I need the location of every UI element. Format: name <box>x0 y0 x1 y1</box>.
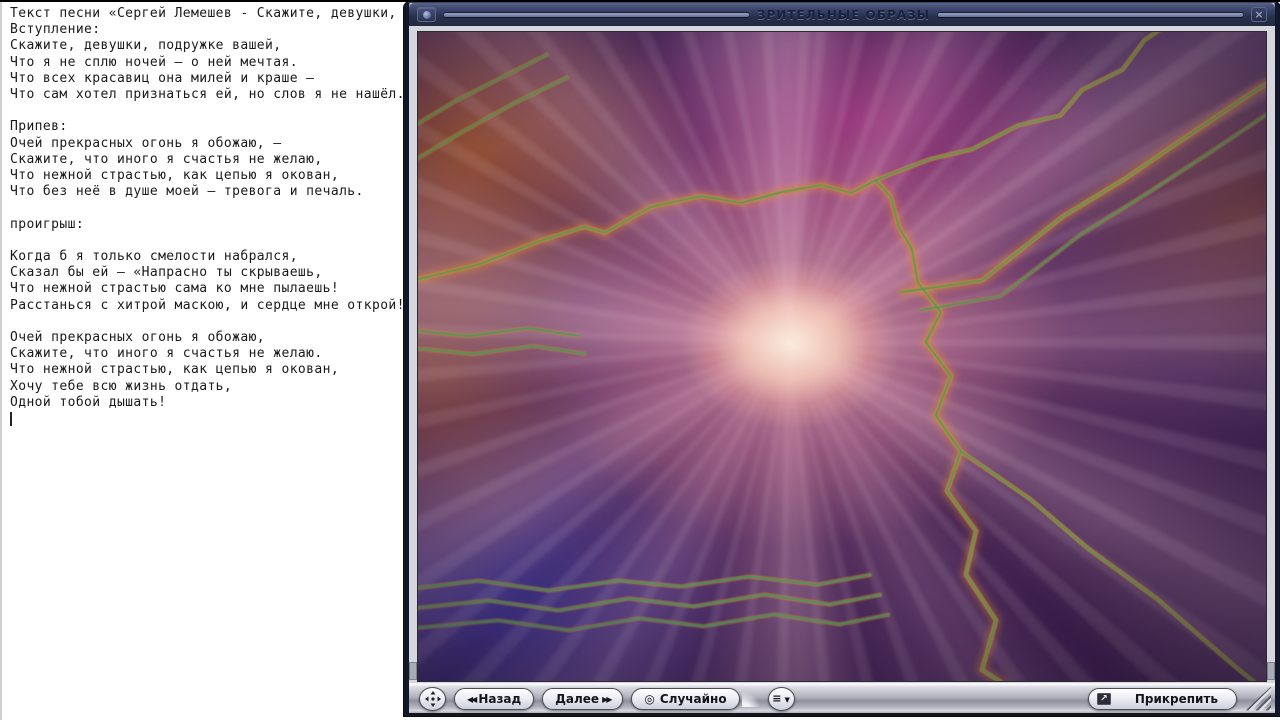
random-button[interactable]: ◎ Случайно <box>631 687 740 710</box>
lyrics-line: Припев: <box>10 119 68 135</box>
lyrics-line: Что всех красавиц она милей и краше – <box>10 70 315 86</box>
back-button-label: Назад <box>478 691 522 706</box>
lyrics-line: Скажите, что иного я счастья не желаю. <box>10 346 323 362</box>
visualization-canvas[interactable] <box>417 31 1267 682</box>
lyrics-line <box>10 103 404 119</box>
lyrics-line: проигрыш: <box>10 216 85 232</box>
lyrics-line: Очей прекрасных огонь я обожаю, – <box>10 135 282 151</box>
lyrics-line <box>10 233 404 249</box>
title-groove-left <box>444 12 749 17</box>
lyrics-line: Сказал бы ей – «Напрасно ты скрываешь, <box>10 265 323 281</box>
resize-grip[interactable] <box>1245 686 1271 711</box>
window-title-bar[interactable]: ЗРИТЕЛЬНЫЕ ОБРАЗЫ × <box>409 3 1275 26</box>
lyrics-line: Скажите, девушки, подружке вашей, <box>10 38 282 54</box>
lyrics-text-area[interactable]: Текст песни «Сергей Лемешев - Скажите, д… <box>0 2 404 720</box>
lyrics-line <box>10 314 404 330</box>
media-player-visualization-window: ЗРИТЕЛЬНЫЕ ОБРАЗЫ × ◀◀ Назад Далее ▶▶ ◎ … <box>404 2 1280 716</box>
lyrics-lines: Текст песни «Сергей Лемешев - Скажите, д… <box>10 6 404 411</box>
move-arrows-icon <box>424 690 441 707</box>
lyrics-line: Что нежной страстью, как цепью я окован, <box>10 362 340 378</box>
lyrics-line: Вступление: <box>10 22 101 38</box>
text-cursor <box>10 412 12 427</box>
window-title: ЗРИТЕЛЬНЫЕ ОБРАЗЫ <box>756 7 931 22</box>
visualization-frame <box>409 26 1275 683</box>
lyrics-line: Что без неё в душе моей – тревога и печа… <box>10 184 364 200</box>
title-groove-right <box>938 12 1244 17</box>
visualization-menu-button[interactable]: ≡ ▼ <box>767 686 795 711</box>
next-arrows-icon: ▶▶ <box>602 694 612 704</box>
lyrics-line: Что я не сплю ночей – о ней мечтая. <box>10 54 298 70</box>
back-button[interactable]: ◀◀ Назад <box>454 687 535 710</box>
next-button-label: Далее <box>555 691 600 706</box>
frame-notch-left <box>409 662 417 680</box>
window-icon <box>417 7 436 22</box>
random-button-label: Случайно <box>659 691 727 706</box>
chevron-down-icon: ▼ <box>784 695 790 704</box>
lyrics-line: Когда б я только смелости набрался, <box>10 249 298 264</box>
lyrics-line: Что нежной страстью сама ко мне пылаешь! <box>10 281 340 297</box>
lyrics-line: Одной тобой дышать! <box>10 394 167 410</box>
dock-window-icon: ↗ <box>1096 692 1111 705</box>
next-button[interactable]: Далее ▶▶ <box>542 687 624 710</box>
player-control-bar: ◀◀ Назад Далее ▶▶ ◎ Случайно ≡ ▼ ↗ Прикр… <box>409 683 1275 716</box>
lyrics-line: Хочу тебе всю жизнь отдать, <box>10 378 233 394</box>
random-swirl-icon: ◎ <box>644 691 655 706</box>
lyrics-line: Что нежной страстью, как цепью я окован, <box>10 168 340 184</box>
attach-button-label: Прикрепить <box>1134 691 1218 706</box>
visualization-vignette <box>418 32 1266 681</box>
skin-flourish <box>741 690 760 707</box>
pan-button[interactable] <box>419 686 446 711</box>
back-arrows-icon: ◀◀ <box>467 694 477 704</box>
lyrics-line: Расстанься с хитрой маскою, и сердце мне… <box>10 297 404 313</box>
list-icon: ≡ <box>772 692 782 705</box>
close-button[interactable]: × <box>1251 7 1268 22</box>
lyrics-line <box>10 200 404 216</box>
lyrics-line: Что сам хотел признаться ей, но слов я н… <box>10 87 404 103</box>
frame-notch-right <box>1267 662 1275 680</box>
attach-button[interactable]: ↗ Прикрепить <box>1087 687 1237 710</box>
lyrics-line: Текст песни «Сергей Лемешев - Скажите, д… <box>10 6 397 21</box>
lyrics-line: Очей прекрасных огонь я обожаю, <box>10 330 266 345</box>
lyrics-line: Скажите, что иного я счастья не желаю, <box>10 151 323 167</box>
top-border-line <box>0 0 1280 2</box>
